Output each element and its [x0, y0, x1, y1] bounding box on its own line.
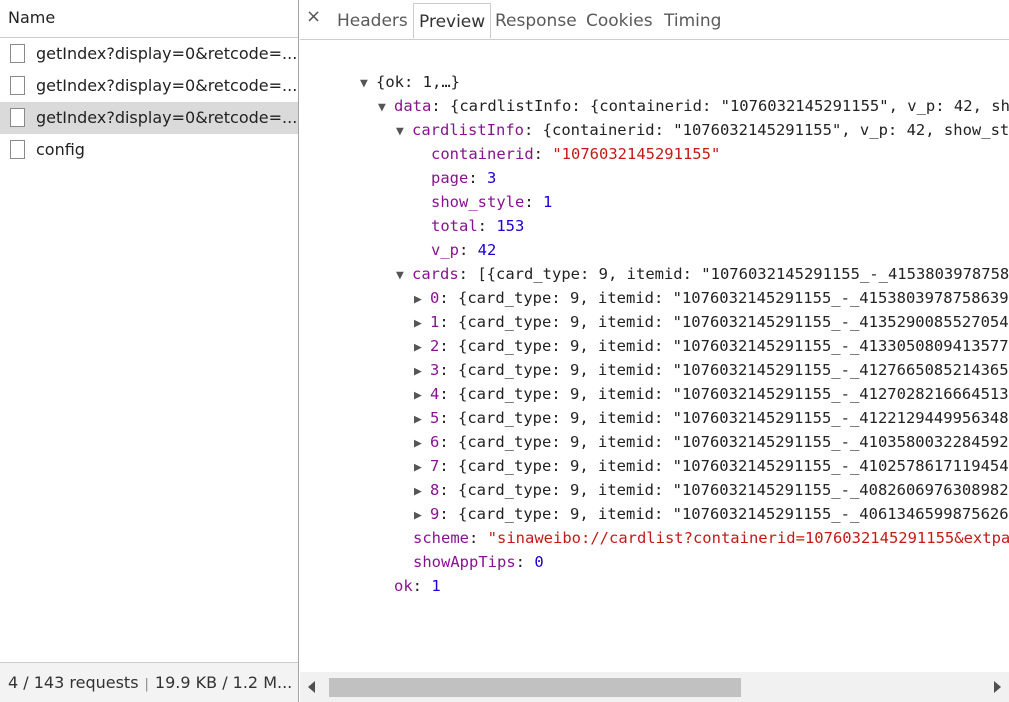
transfer-size: 19.9 KB / 1.2 M... — [154, 673, 293, 692]
tab-cookies[interactable]: Cookies — [581, 3, 658, 39]
tab-headers[interactable]: Headers — [332, 3, 413, 39]
request-row-getindex-3-selected[interactable]: getIndex?display=0&retcode=... — [0, 102, 298, 134]
scrollbar-thumb[interactable] — [329, 678, 741, 697]
status-separator: | — [144, 677, 149, 692]
tree-node-card-2[interactable]: ▶ 2: {card_type: 9, itemid: "107603214529… — [358, 310, 1009, 355]
horizontal-scrollbar[interactable] — [300, 672, 1009, 702]
document-icon — [10, 44, 25, 63]
tree-node-root[interactable]: ▼ {ok: 1,…} — [304, 46, 460, 91]
details-panel: × Headers Preview Response Cookies Timin… — [300, 0, 1009, 702]
tree-node-data[interactable]: ▼ data: {cardlistInfo: {containerid: "107… — [322, 70, 1009, 115]
document-icon — [10, 140, 25, 159]
tab-preview[interactable]: Preview — [413, 3, 492, 39]
name-column-header[interactable]: Name — [0, 0, 298, 38]
request-list-panel: Name getIndex?display=0&retcode=... getI… — [0, 0, 299, 702]
tree-node-card-9[interactable]: ▶ 9: {card_type: 9, itemid: "107603214529… — [358, 478, 1009, 523]
tree-node-cardlistinfo[interactable]: ▼ cardlistInfo: {containerid: "1076032145… — [340, 94, 1009, 139]
request-name: getIndex?display=0&retcode=... — [36, 44, 298, 63]
tree-node-card-5[interactable]: ▶ 5: {card_type: 9, itemid: "107603214529… — [358, 382, 1009, 427]
tree-prop-show-style: show_style: 1 — [431, 193, 553, 211]
tree-node-card-6[interactable]: ▶ 6: {card_type: 9, itemid: "107603214529… — [358, 406, 1009, 451]
details-tab-bar: × Headers Preview Response Cookies Timin… — [300, 0, 1009, 40]
tree-prop-scheme: scheme: "sinaweibo://cardlist?containeri… — [413, 529, 1009, 547]
json-preview-tree: ▼ {ok: 1,…} ▼ data: {cardlistInfo: {contai… — [300, 40, 1009, 672]
tree-node-card-8[interactable]: ▶ 8: {card_type: 9, itemid: "107603214529… — [358, 454, 1009, 499]
tab-response[interactable]: Response — [490, 3, 582, 39]
scroll-left-arrow-icon[interactable] — [308, 681, 315, 693]
name-column-label: Name — [8, 8, 56, 27]
document-icon — [10, 76, 25, 95]
status-bar: 4 / 143 requests | 19.9 KB / 1.2 M... — [0, 662, 298, 702]
scroll-right-arrow-icon[interactable] — [994, 681, 1001, 693]
tree-node-card-0[interactable]: ▶ 0: {card_type: 9, itemid: "107603214529… — [358, 262, 1009, 307]
close-icon[interactable]: × — [306, 6, 321, 27]
tree-prop-total: total: 153 — [431, 217, 525, 235]
tree-node-card-1[interactable]: ▶ 1: {card_type: 9, itemid: "107603214529… — [358, 286, 1009, 331]
tree-prop-containerid: containerid: "1076032145291155" — [431, 145, 721, 163]
request-name: getIndex?display=0&retcode=... — [36, 76, 298, 95]
tree-node-card-7[interactable]: ▶ 7: {card_type: 9, itemid: "107603214529… — [358, 430, 1009, 475]
tab-timing[interactable]: Timing — [659, 3, 726, 39]
request-row-getindex-2[interactable]: getIndex?display=0&retcode=... — [0, 70, 298, 102]
tree-prop-showapptips: showAppTips: 0 — [413, 553, 544, 571]
tree-prop-v-p: v_p: 42 — [431, 241, 497, 259]
tree-node-card-4[interactable]: ▶ 4: {card_type: 9, itemid: "107603214529… — [358, 358, 1009, 403]
tree-node-card-3[interactable]: ▶ 3: {card_type: 9, itemid: "107603214529… — [358, 334, 1009, 379]
tree-prop-ok: ok: 1 — [394, 577, 441, 595]
tree-prop-page: page: 3 — [431, 169, 497, 187]
request-row-config[interactable]: config — [0, 134, 298, 166]
document-icon — [10, 108, 25, 127]
tree-node-cards[interactable]: ▼ cards: [{card_type: 9, itemid: "1076032… — [340, 238, 1009, 283]
request-row-getindex-1[interactable]: getIndex?display=0&retcode=... — [0, 38, 298, 70]
request-name: getIndex?display=0&retcode=... — [36, 108, 298, 127]
request-name: config — [36, 140, 85, 159]
request-count: 4 / 143 requests — [8, 673, 139, 692]
